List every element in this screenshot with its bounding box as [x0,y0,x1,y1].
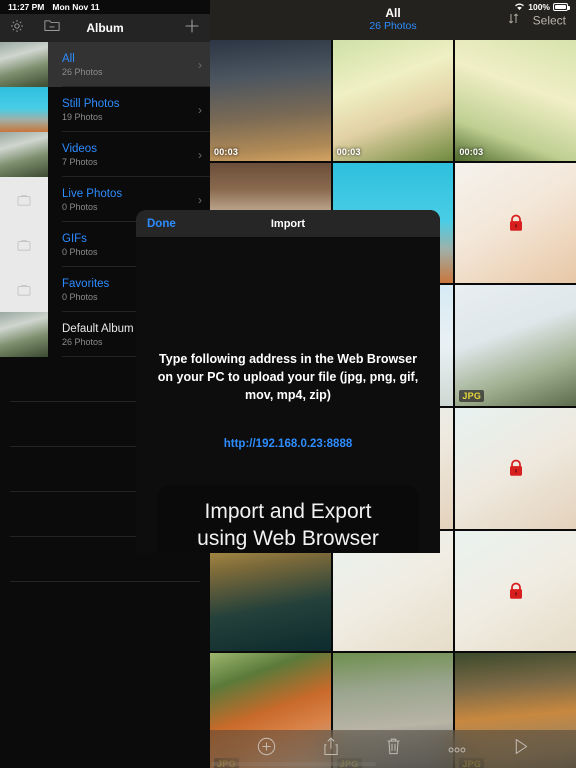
video-duration-badge: 00:03 [336,146,361,157]
play-icon[interactable] [513,738,529,760]
import-url[interactable]: http://192.168.0.23:8888 [136,438,440,450]
album-name: Live Photos [62,187,123,200]
album-thumbnail-placeholder [0,267,48,312]
sidebar-item-all[interactable]: All 26 Photos › [0,42,210,87]
sort-arrows-icon[interactable] [508,13,519,28]
photo-cell[interactable]: JPG [455,285,576,407]
album-count: 7 Photos [62,157,98,168]
share-icon[interactable] [323,737,339,761]
grid-subtitle: 26 Photos [369,20,417,33]
photo-cell[interactable] [455,162,576,284]
photo-cell[interactable] [455,530,576,652]
album-thumbnail [0,132,48,177]
gear-icon[interactable] [10,19,24,38]
photo-cell[interactable]: 00:03 [210,40,331,161]
plus-circle-icon[interactable] [257,737,276,761]
album-count: 26 Photos [62,67,103,78]
photo-thumbnail [455,40,576,161]
more-ellipsis-icon[interactable] [448,740,466,758]
album-thumbnail [0,312,48,357]
lock-icon [508,214,524,232]
sidebar-item-still-photos[interactable]: Still Photos 19 Photos › [0,87,210,132]
grid-bottom-toolbar [210,730,576,768]
photo-cell[interactable] [455,408,576,529]
select-button[interactable]: Select [533,13,566,27]
import-modal-titlebar: Done Import [136,210,440,237]
album-name: All [62,52,75,65]
chevron-right-icon: › [198,102,202,117]
import-instructions: Type following address in the Web Browse… [157,352,419,402]
chevron-right-icon: › [198,147,202,162]
sidebar-item-videos[interactable]: Videos 7 Photos › [0,132,210,177]
photo-thumbnail [210,40,331,161]
video-duration-badge: 00:03 [459,146,484,157]
photo-thumbnail [332,40,454,161]
import-modal: Done Import Type following address in th… [136,210,440,553]
photo-thumbnail [455,285,576,407]
sidebar-header: Album [0,14,210,42]
video-duration-badge: 00:03 [214,146,239,157]
album-thumbnail [0,42,48,87]
album-thumbnail-placeholder [0,222,48,267]
folder-minus-icon[interactable] [44,19,60,37]
trash-icon[interactable] [386,737,401,761]
album-count: 19 Photos [62,112,103,123]
chevron-right-icon: › [198,57,202,72]
grid-title: All [385,6,401,21]
grid-header: All 26 Photos Select [210,0,576,40]
import-modal-body: Type following address in the Web Browse… [136,237,440,553]
album-thumbnail [0,87,48,132]
chevron-right-icon: › [198,192,202,207]
import-export-banner-text: Import and Export using Web Browser [197,500,379,550]
lock-icon [508,459,524,477]
app-root: 00:0300:0300:0300:03JPGJPGJPGJPGJPG All … [0,0,576,768]
lock-icon [508,582,524,600]
import-modal-title: Import [270,217,306,230]
photo-cell[interactable]: 00:03 [332,40,454,161]
add-album-button[interactable] [184,18,200,39]
photo-cell[interactable]: 00:03 [455,40,576,161]
sidebar-title: Album [86,21,124,35]
import-export-banner: Import and Export using Web Browser [157,485,419,553]
format-badge: JPG [459,390,485,403]
album-name: Videos [62,142,97,155]
album-name: Still Photos [62,97,120,110]
album-thumbnail-placeholder [0,177,48,222]
